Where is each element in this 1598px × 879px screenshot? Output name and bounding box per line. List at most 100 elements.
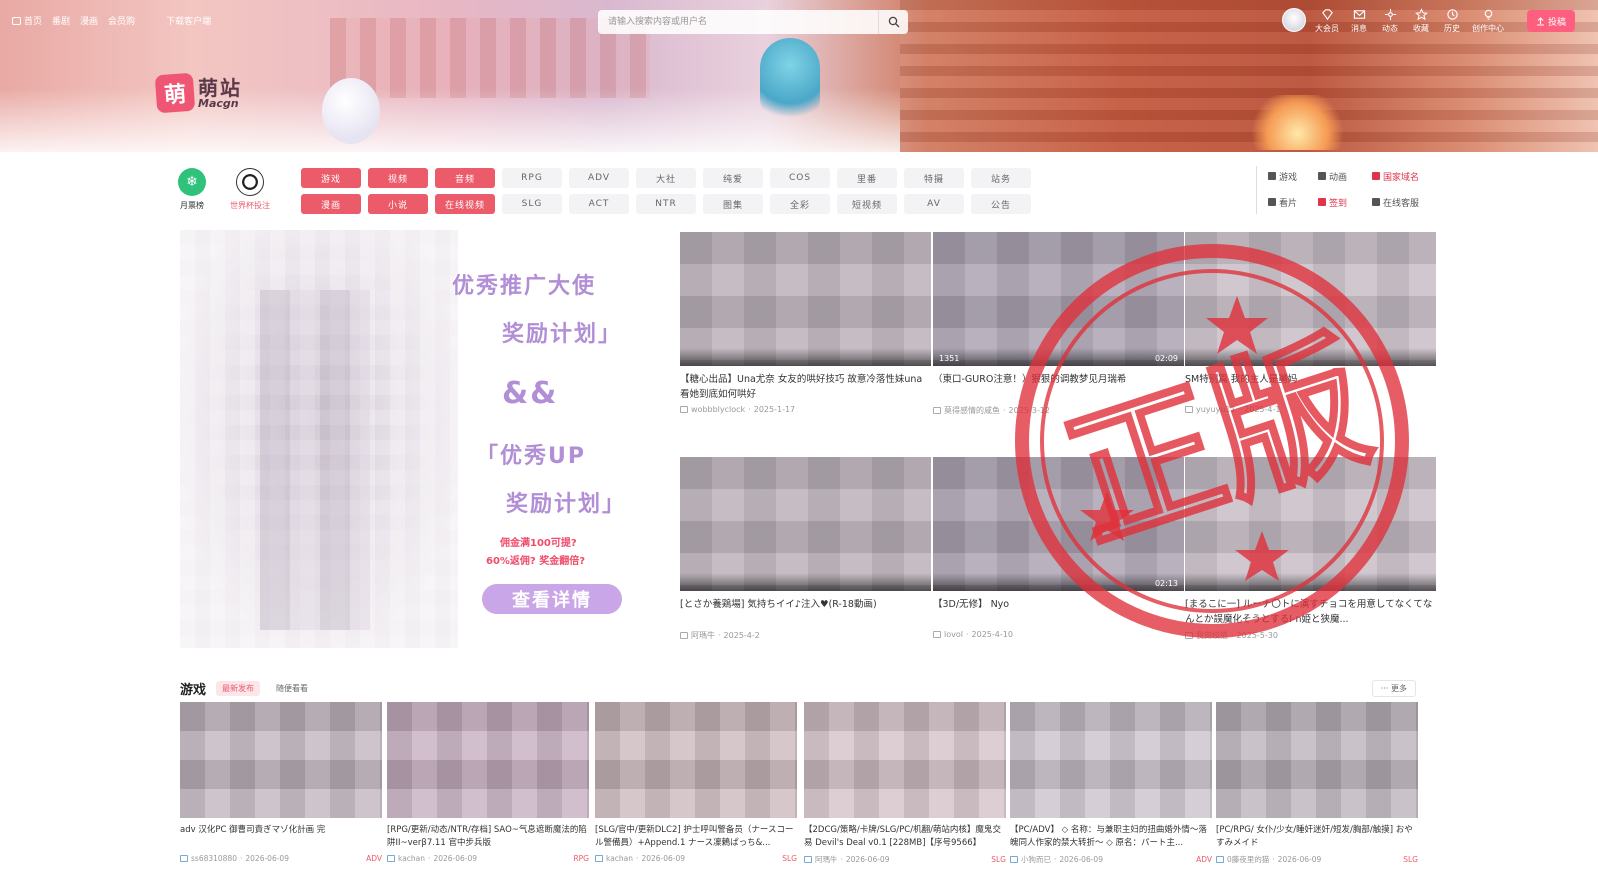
quick-link-anime[interactable]: 动画 (1318, 168, 1366, 184)
game-thumbnail[interactable] (180, 702, 382, 818)
category-tab[interactable]: 公告 (971, 194, 1031, 214)
author[interactable]: 小狗而已 (1021, 854, 1051, 865)
featured-title[interactable]: 【3D/无修】 Nyo (933, 597, 1184, 627)
user-nav-history[interactable]: 历史 (1441, 8, 1463, 34)
category-tab[interactable]: 特摄 (904, 168, 964, 188)
game-tag[interactable]: SLG (1403, 855, 1418, 864)
author[interactable]: 莫得感情的咸鱼 (944, 405, 1000, 416)
user-nav-creator[interactable]: 创作中心 (1472, 8, 1504, 34)
featured-title[interactable]: [とさか養鶏場] 気持ちイイ♪注入♥(R-18動画) (680, 597, 931, 627)
video-thumbnail[interactable] (680, 232, 931, 366)
category-tab[interactable]: SLG (502, 194, 562, 214)
video-thumbnail[interactable] (1185, 457, 1436, 591)
category-tab[interactable]: 游戏 (301, 168, 361, 188)
author[interactable]: 阿瑪牛 (691, 630, 715, 641)
top-nav-shop[interactable]: 会员购 (108, 14, 135, 27)
featured-card[interactable]: 【糖心出品】Una尤奈 女友的哄好技巧 故意冷落性妹una 看她到底如何哄好 wo… (680, 232, 931, 414)
game-thumbnail[interactable] (1010, 702, 1212, 818)
featured-card[interactable]: 02:13 【3D/无修】 Nyo lovol · 2025-4-10 (933, 457, 1184, 639)
search-button[interactable] (878, 10, 908, 34)
category-tab[interactable]: RPG (502, 168, 562, 188)
game-card[interactable]: [RPG/更新/动态/NTR/存档] SAO~气息遮断魔法的陷阱II~verβ7… (387, 702, 589, 863)
game-title[interactable]: [RPG/更新/动态/NTR/存档] SAO~气息遮断魔法的陷阱II~verβ7… (387, 824, 589, 850)
game-card[interactable]: adv 汉化PC 御曹司責ぎマゾ化計画 完 ss68310880 · 2026-06-… (180, 702, 382, 863)
quick-link-signin[interactable]: 签到 (1318, 194, 1366, 210)
author[interactable]: lovol (944, 630, 963, 639)
category-tab[interactable]: 视频 (368, 168, 428, 188)
site-logo[interactable]: 萌 萌站 Macgn (154, 72, 242, 114)
category-tab[interactable]: 图集 (703, 194, 763, 214)
game-title[interactable]: [SLG/官中/更新DLC2] 护士呼叫警备员（ナースコール警備員）+Appen… (595, 824, 797, 850)
game-card[interactable]: 【PC/ADV】 ◇ 名称：与兼职主妇的扭曲婚外情～落魄同人作家的禁大转折～ ◇… (1010, 702, 1212, 865)
game-card[interactable]: 【2DCG/策略/卡牌/SLG/PC/机翻/萌站内核】魔鬼交易 Devil's … (804, 702, 1006, 865)
category-tab[interactable]: 漫画 (301, 194, 361, 214)
featured-card[interactable]: [とさか養鶏場] 気持ちイイ♪注入♥(R-18動画) 阿瑪牛 · 2025-4-2 (680, 457, 931, 641)
category-tab[interactable]: 里番 (837, 168, 897, 188)
category-tab[interactable]: NTR (636, 194, 696, 214)
game-card[interactable]: [PC/RPG/ 女仆/少女/睡奸迷奸/短发/胸部/触摸] おやすみメイド 0藤夜… (1216, 702, 1418, 865)
rank-monthly-ticket[interactable]: ❄ 月票榜 (178, 168, 206, 211)
video-thumbnail[interactable] (680, 457, 931, 591)
game-title[interactable]: adv 汉化PC 御曹司責ぎマゾ化計画 完 (180, 824, 382, 850)
game-tag[interactable]: ADV (1196, 855, 1212, 864)
category-tab[interactable]: 在线视频 (435, 194, 495, 214)
author[interactable]: kachan (606, 854, 633, 863)
post-button[interactable]: 投稿 (1527, 10, 1575, 32)
video-thumbnail[interactable] (1185, 232, 1436, 366)
more-button[interactable]: ··· 更多 (1371, 679, 1416, 697)
game-tag[interactable]: SLG (991, 855, 1006, 864)
tab-random[interactable]: 随便看看 (270, 681, 314, 696)
author[interactable]: kachan (398, 854, 425, 863)
game-tag[interactable]: SLG (782, 854, 797, 863)
category-tab[interactable]: 大社 (636, 168, 696, 188)
category-tab[interactable]: 纯爱 (703, 168, 763, 188)
author[interactable]: 0藤夜里的猫 (1227, 854, 1269, 865)
game-title[interactable]: 【2DCG/策略/卡牌/SLG/PC/机翻/萌站内核】魔鬼交易 Devil's … (804, 824, 1006, 850)
featured-title[interactable]: （東口-GURO注意！）狠狠的调教梦见月瑞希 (933, 372, 1184, 402)
author[interactable]: ss68310880 (191, 854, 237, 863)
game-title[interactable]: [PC/RPG/ 女仆/少女/睡奸迷奸/短发/胸部/触摸] おやすみメイド (1216, 824, 1418, 850)
user-nav-vip[interactable]: 大会员 (1315, 8, 1339, 34)
game-tag[interactable]: ADV (366, 854, 382, 863)
category-tab[interactable]: ACT (569, 194, 629, 214)
category-tab[interactable]: 小说 (368, 194, 428, 214)
featured-title[interactable]: SM特别篇 我的主人是舅妈 (1185, 372, 1436, 402)
game-tag[interactable]: RPG (573, 854, 589, 863)
quick-link-watch[interactable]: 看片 (1268, 194, 1312, 210)
tab-latest[interactable]: 最新发布 (216, 680, 261, 696)
promo-detail-button[interactable]: 查看详情 (482, 584, 622, 614)
featured-card[interactable]: 1351 02:09 （東口-GURO注意！）狠狠的调教梦见月瑞希 莫得感情的咸鱼 · 2… (933, 232, 1184, 416)
quick-link-support[interactable]: 在线客服 (1372, 194, 1428, 210)
user-nav-messages[interactable]: 消息 (1348, 8, 1370, 34)
top-nav-comic[interactable]: 漫画 (80, 14, 98, 27)
video-thumbnail[interactable]: 02:13 (933, 457, 1184, 591)
top-nav-anime[interactable]: 番剧 (52, 14, 70, 27)
search-input[interactable] (598, 10, 878, 34)
top-nav-home[interactable]: 首页 (12, 14, 42, 27)
featured-card[interactable]: SM特别篇 我的主人是舅妈 yuyuyu11 · 2025-4-1 (1185, 232, 1436, 414)
category-tab[interactable]: AV (904, 194, 964, 214)
category-tab[interactable]: COS (770, 168, 830, 188)
featured-title[interactable]: 【糖心出品】Una尤奈 女友的哄好技巧 故意冷落性妹una 看她到底如何哄好 (680, 372, 931, 402)
game-thumbnail[interactable] (387, 702, 589, 818)
avatar[interactable] (1282, 8, 1306, 32)
user-nav-favorites[interactable]: 收藏 (1410, 8, 1432, 34)
category-tab[interactable]: 站务 (971, 168, 1031, 188)
featured-title[interactable]: [まるこに一] ルーナ〇トに演すチョコを用意してなくてなんとか誤魔化そうとするI… (1185, 597, 1436, 627)
promo-banner[interactable]: 优秀推广大使 奖励计划」 && 「优秀UP 奖励计划」 佣金满100可提? 60… (180, 230, 660, 648)
game-thumbnail[interactable] (804, 702, 1006, 818)
game-title[interactable]: 【PC/ADV】 ◇ 名称：与兼职主妇的扭曲婚外情～落魄同人作家的禁大转折～ ◇… (1010, 824, 1212, 850)
category-tab[interactable]: 音频 (435, 168, 495, 188)
author[interactable]: yuyuyu11 (1196, 405, 1236, 414)
quick-link-game[interactable]: 游戏 (1268, 168, 1312, 184)
video-thumbnail[interactable]: 1351 02:09 (933, 232, 1184, 366)
featured-card[interactable]: [まるこに一] ルーナ〇トに演すチョコを用意してなくてなんとか誤魔化そうとするI… (1185, 457, 1436, 641)
category-tab[interactable]: 短视频 (837, 194, 897, 214)
quick-link-domain[interactable]: 国家域名 (1372, 168, 1428, 184)
game-thumbnail[interactable] (1216, 702, 1418, 818)
rank-worldcup-bet[interactable]: 世界杯投注 (230, 168, 270, 211)
user-nav-dynamic[interactable]: 动态 (1379, 8, 1401, 34)
author[interactable]: 我觉校猫 (1196, 630, 1228, 641)
author[interactable]: wobbblyclock (691, 405, 745, 414)
top-nav-download[interactable]: 下载客户端 (159, 14, 211, 27)
